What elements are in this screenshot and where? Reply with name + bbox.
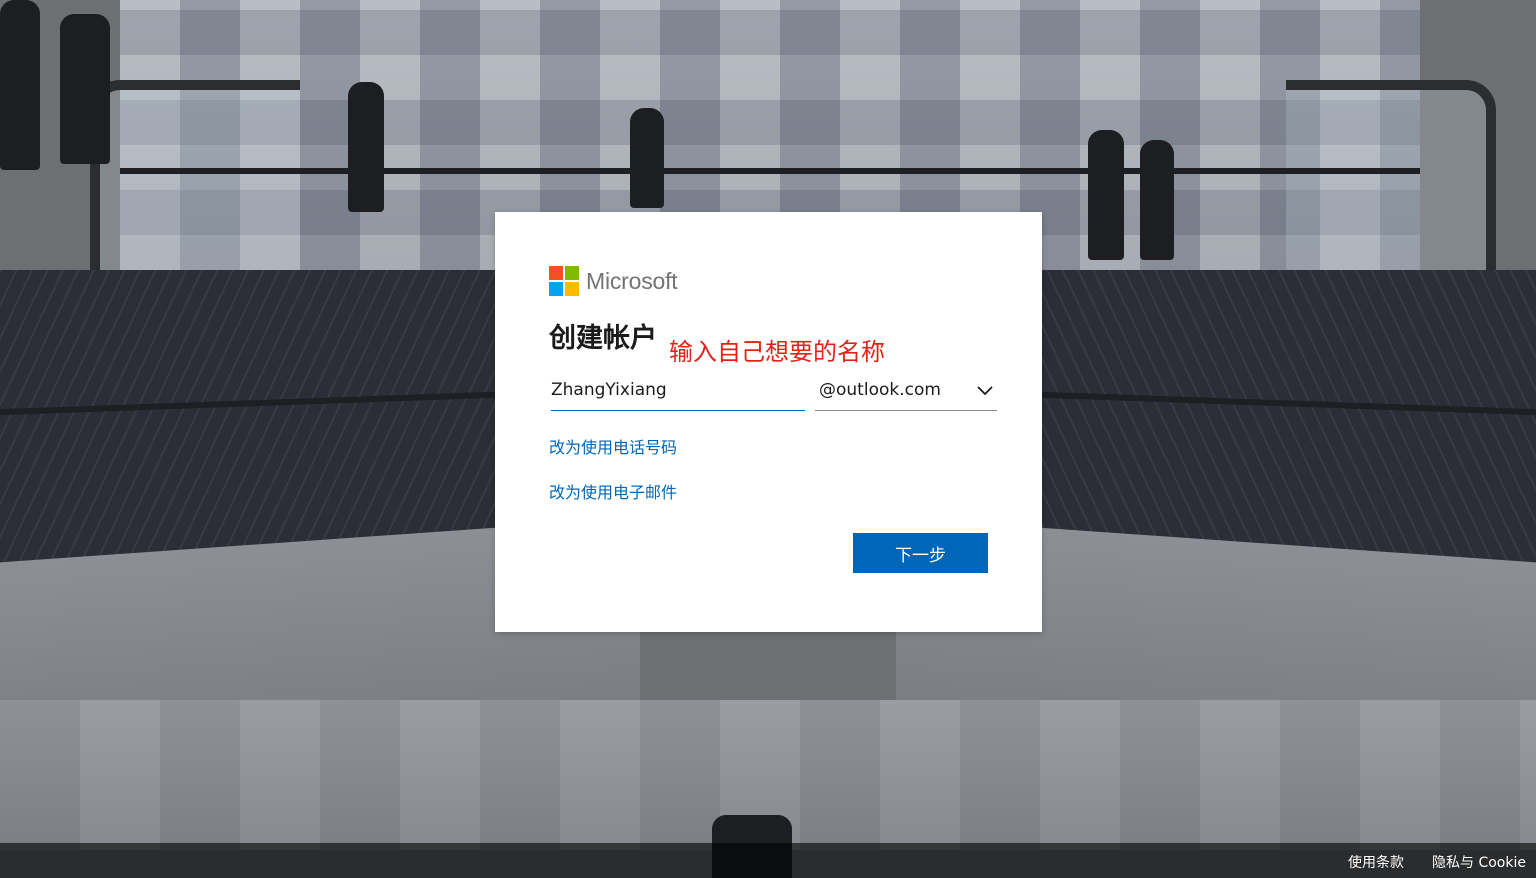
create-account-dialog: Microsoft 创建帐户 输入自己想要的名称 @outlook.com 改为… <box>495 212 1042 632</box>
domain-selected-value: @outlook.com <box>819 380 941 400</box>
background-escalator-right <box>1286 80 1496 280</box>
next-button[interactable]: 下一步 <box>853 533 988 573</box>
logo-text: Microsoft <box>586 267 678 294</box>
background-person <box>348 82 384 212</box>
chevron-down-icon <box>977 386 993 396</box>
page-title: 创建帐户 <box>549 323 657 354</box>
background-person <box>60 14 110 164</box>
use-phone-link[interactable]: 改为使用电话号码 <box>549 434 677 458</box>
background-escalator-left <box>90 80 300 280</box>
privacy-cookies-link[interactable]: 隐私与 Cookie <box>1432 852 1526 872</box>
username-input[interactable] <box>551 370 805 411</box>
logo-square-blue <box>549 282 563 296</box>
logo-square-red <box>549 266 563 280</box>
logo-square-yellow <box>565 282 579 296</box>
background-person <box>1140 140 1174 260</box>
background-person <box>1088 130 1124 260</box>
terms-of-use-link[interactable]: 使用条款 <box>1348 852 1404 872</box>
background-person <box>0 0 40 170</box>
microsoft-logo-icon <box>549 266 579 296</box>
red-annotation-text: 输入自己想要的名称 <box>669 338 885 366</box>
domain-dropdown[interactable]: @outlook.com <box>815 370 997 411</box>
background-railing <box>120 168 1420 174</box>
footer-bar: 使用条款 隐私与 Cookie <box>0 843 1536 878</box>
background-carpet-left <box>0 270 520 570</box>
background-carpet-right <box>1016 270 1536 570</box>
use-email-link[interactable]: 改为使用电子邮件 <box>549 479 677 503</box>
background-person <box>630 108 664 208</box>
logo-square-green <box>565 266 579 280</box>
microsoft-logo: Microsoft <box>549 266 678 296</box>
